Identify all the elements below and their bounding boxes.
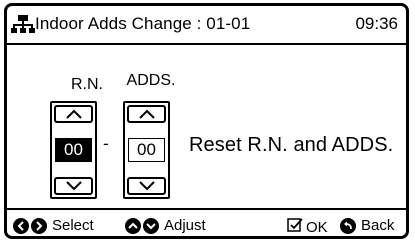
down-arrow-icon bbox=[143, 217, 159, 234]
adjust-label: Adjust bbox=[164, 217, 206, 234]
checkbox-icon bbox=[287, 217, 303, 236]
adjust-hint: Adjust bbox=[125, 217, 206, 234]
footer-hints: Select Adjust OK Back bbox=[7, 214, 406, 236]
adds-column-label: ADDS. bbox=[126, 72, 176, 89]
page-title: Indoor Adds Change : 01-01 bbox=[35, 14, 251, 33]
network-icon bbox=[11, 14, 35, 36]
reset-option[interactable]: Reset R.N. and ADDS. bbox=[189, 134, 393, 157]
controller-screen: Indoor Adds Change : 01-01 09:36 R.N. AD… bbox=[4, 3, 409, 239]
rn-column-label: R.N. bbox=[71, 76, 103, 93]
ok-hint: OK bbox=[287, 217, 328, 236]
right-arrow-icon bbox=[31, 217, 47, 234]
header-divider bbox=[7, 43, 406, 45]
header-bar: Indoor Adds Change : 01-01 09:36 bbox=[7, 6, 406, 40]
back-arrow-icon bbox=[340, 217, 356, 234]
chevron-up-icon bbox=[65, 109, 82, 119]
rn-value-field[interactable]: 00 bbox=[55, 138, 92, 162]
adds-stepper[interactable]: 00 bbox=[123, 101, 170, 199]
adds-up-button[interactable] bbox=[127, 105, 166, 123]
rn-up-button[interactable] bbox=[54, 105, 93, 123]
field-separator: - bbox=[103, 134, 109, 153]
left-arrow-icon bbox=[13, 217, 29, 234]
ok-label: OK bbox=[306, 218, 328, 236]
clock-time: 09:36 bbox=[355, 14, 398, 33]
adds-value-field[interactable]: 00 bbox=[128, 138, 165, 162]
chevron-down-icon bbox=[138, 181, 155, 191]
back-hint: Back bbox=[340, 217, 394, 234]
rn-stepper[interactable]: 00 bbox=[50, 101, 97, 199]
up-arrow-icon bbox=[125, 217, 141, 234]
select-hint: Select bbox=[13, 217, 94, 234]
adds-down-button[interactable] bbox=[127, 177, 166, 195]
chevron-down-icon bbox=[65, 181, 82, 191]
chevron-up-icon bbox=[138, 109, 155, 119]
footer-divider bbox=[7, 208, 406, 210]
rn-down-button[interactable] bbox=[54, 177, 93, 195]
back-label: Back bbox=[361, 217, 395, 234]
select-label: Select bbox=[52, 217, 94, 234]
